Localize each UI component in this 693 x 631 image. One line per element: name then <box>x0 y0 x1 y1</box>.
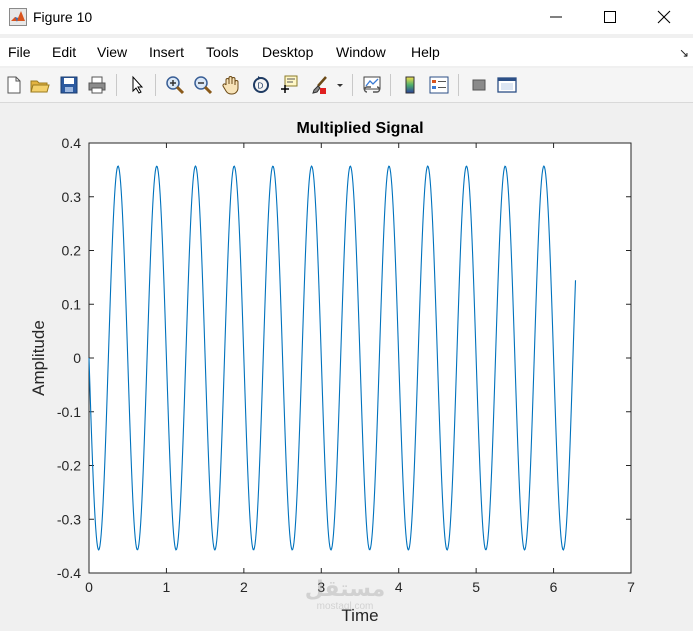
new-figure-button[interactable] <box>3 74 25 96</box>
y-tick-label: 0.4 <box>62 135 82 151</box>
brush-button[interactable] <box>308 74 330 96</box>
open-file-icon <box>30 80 50 93</box>
window-title: Figure 10 <box>33 9 93 25</box>
watermark: مستقل mostaql.com <box>305 576 385 612</box>
y-tick-label: -0.4 <box>57 565 81 581</box>
show-plot-tools-icon <box>497 77 517 93</box>
x-tick-label: 5 <box>472 579 480 595</box>
svg-text:D: D <box>258 82 264 91</box>
menu-help[interactable]: Help <box>411 44 440 60</box>
menu-file[interactable]: File <box>8 44 31 60</box>
brush-dropdown-icon <box>337 84 343 87</box>
y-tick-label: -0.3 <box>57 511 81 527</box>
figure-canvas[interactable]: 0 1 2 3 4 5 6 7 0.4 0.3 0.2 0.1 0 -0.1 -0.2 -0.3 -0.4 Mu… <box>0 103 693 626</box>
dock-arrow-icon[interactable]: ↘ <box>679 46 689 60</box>
menu-insert[interactable]: Insert <box>149 44 184 60</box>
menu-desktop[interactable]: Desktop <box>262 44 313 60</box>
rotate-3d-icon: D <box>253 76 269 93</box>
save-button[interactable] <box>58 74 80 96</box>
print-button[interactable] <box>86 74 108 96</box>
window-title-bar: Figure 10 <box>0 0 693 34</box>
colorbar-icon <box>405 76 415 94</box>
menu-bar: File Edit View Insert Tools Desktop Wind… <box>0 38 693 66</box>
brush-dropdown-button[interactable] <box>334 74 346 96</box>
show-plot-tools-button[interactable] <box>496 74 518 96</box>
x-tick-label: 0 <box>85 579 93 595</box>
maximize-button[interactable] <box>587 0 633 34</box>
colorbar-button[interactable] <box>399 74 421 96</box>
plot-svg[interactable]: 0 1 2 3 4 5 6 70.40.30.20.10-0.1-0.2-0.3-0.4 Mu… <box>0 103 693 626</box>
x-tick-label: 4 <box>395 579 403 595</box>
close-button[interactable] <box>641 0 687 34</box>
save-icon <box>60 76 78 94</box>
hide-plot-tools-button[interactable] <box>468 74 490 96</box>
x-tick-label: 2 <box>240 579 248 595</box>
maximize-icon <box>604 11 616 23</box>
hide-plot-tools-icon <box>472 79 486 91</box>
watermark-url: mostaql.com <box>317 601 374 612</box>
minimize-button[interactable] <box>533 0 579 34</box>
print-icon <box>88 76 106 94</box>
minimize-icon <box>550 16 562 18</box>
legend-icon <box>429 76 449 94</box>
data-cursor-icon <box>281 75 298 93</box>
y-tick-label: 0.3 <box>62 189 82 205</box>
zoom-in-icon <box>166 76 185 95</box>
y-tick-label: 0 <box>73 350 81 366</box>
watermark-arabic: مستقل <box>305 576 385 601</box>
y-tick-label: 0.1 <box>62 296 82 312</box>
zoom-out-button[interactable] <box>192 74 214 96</box>
legend-button[interactable] <box>428 74 450 96</box>
edit-plot-button[interactable] <box>126 74 148 96</box>
menu-tools[interactable]: Tools <box>206 44 239 60</box>
y-axis-label: Amplitude <box>29 320 48 396</box>
chart-title: Multiplied Signal <box>296 120 423 137</box>
y-tick-label: -0.1 <box>57 404 81 420</box>
y-tick-label: 0.2 <box>62 243 82 259</box>
x-tick-label: 7 <box>627 579 635 595</box>
figure-toolbar: D <box>0 68 693 103</box>
x-tick-label: 1 <box>163 579 171 595</box>
new-figure-icon <box>7 76 21 94</box>
menu-view[interactable]: View <box>97 44 127 60</box>
link-plot-icon <box>363 76 381 93</box>
menu-edit[interactable]: Edit <box>52 44 76 60</box>
x-tick-label: 6 <box>550 579 558 595</box>
matlab-icon <box>9 8 27 26</box>
y-tick-label: -0.2 <box>57 458 81 474</box>
rotate-3d-button[interactable]: D <box>250 74 272 96</box>
pan-button[interactable] <box>220 74 242 96</box>
zoom-in-button[interactable] <box>164 74 186 96</box>
close-icon <box>657 10 671 24</box>
zoom-out-icon <box>194 76 213 95</box>
open-file-button[interactable] <box>29 74 51 96</box>
pan-hand-icon <box>222 76 239 95</box>
brush-icon <box>312 76 327 94</box>
data-cursor-button[interactable] <box>278 74 300 96</box>
edit-plot-arrow-icon <box>132 75 144 94</box>
link-plot-button[interactable] <box>361 74 383 96</box>
menu-window[interactable]: Window <box>336 44 386 60</box>
